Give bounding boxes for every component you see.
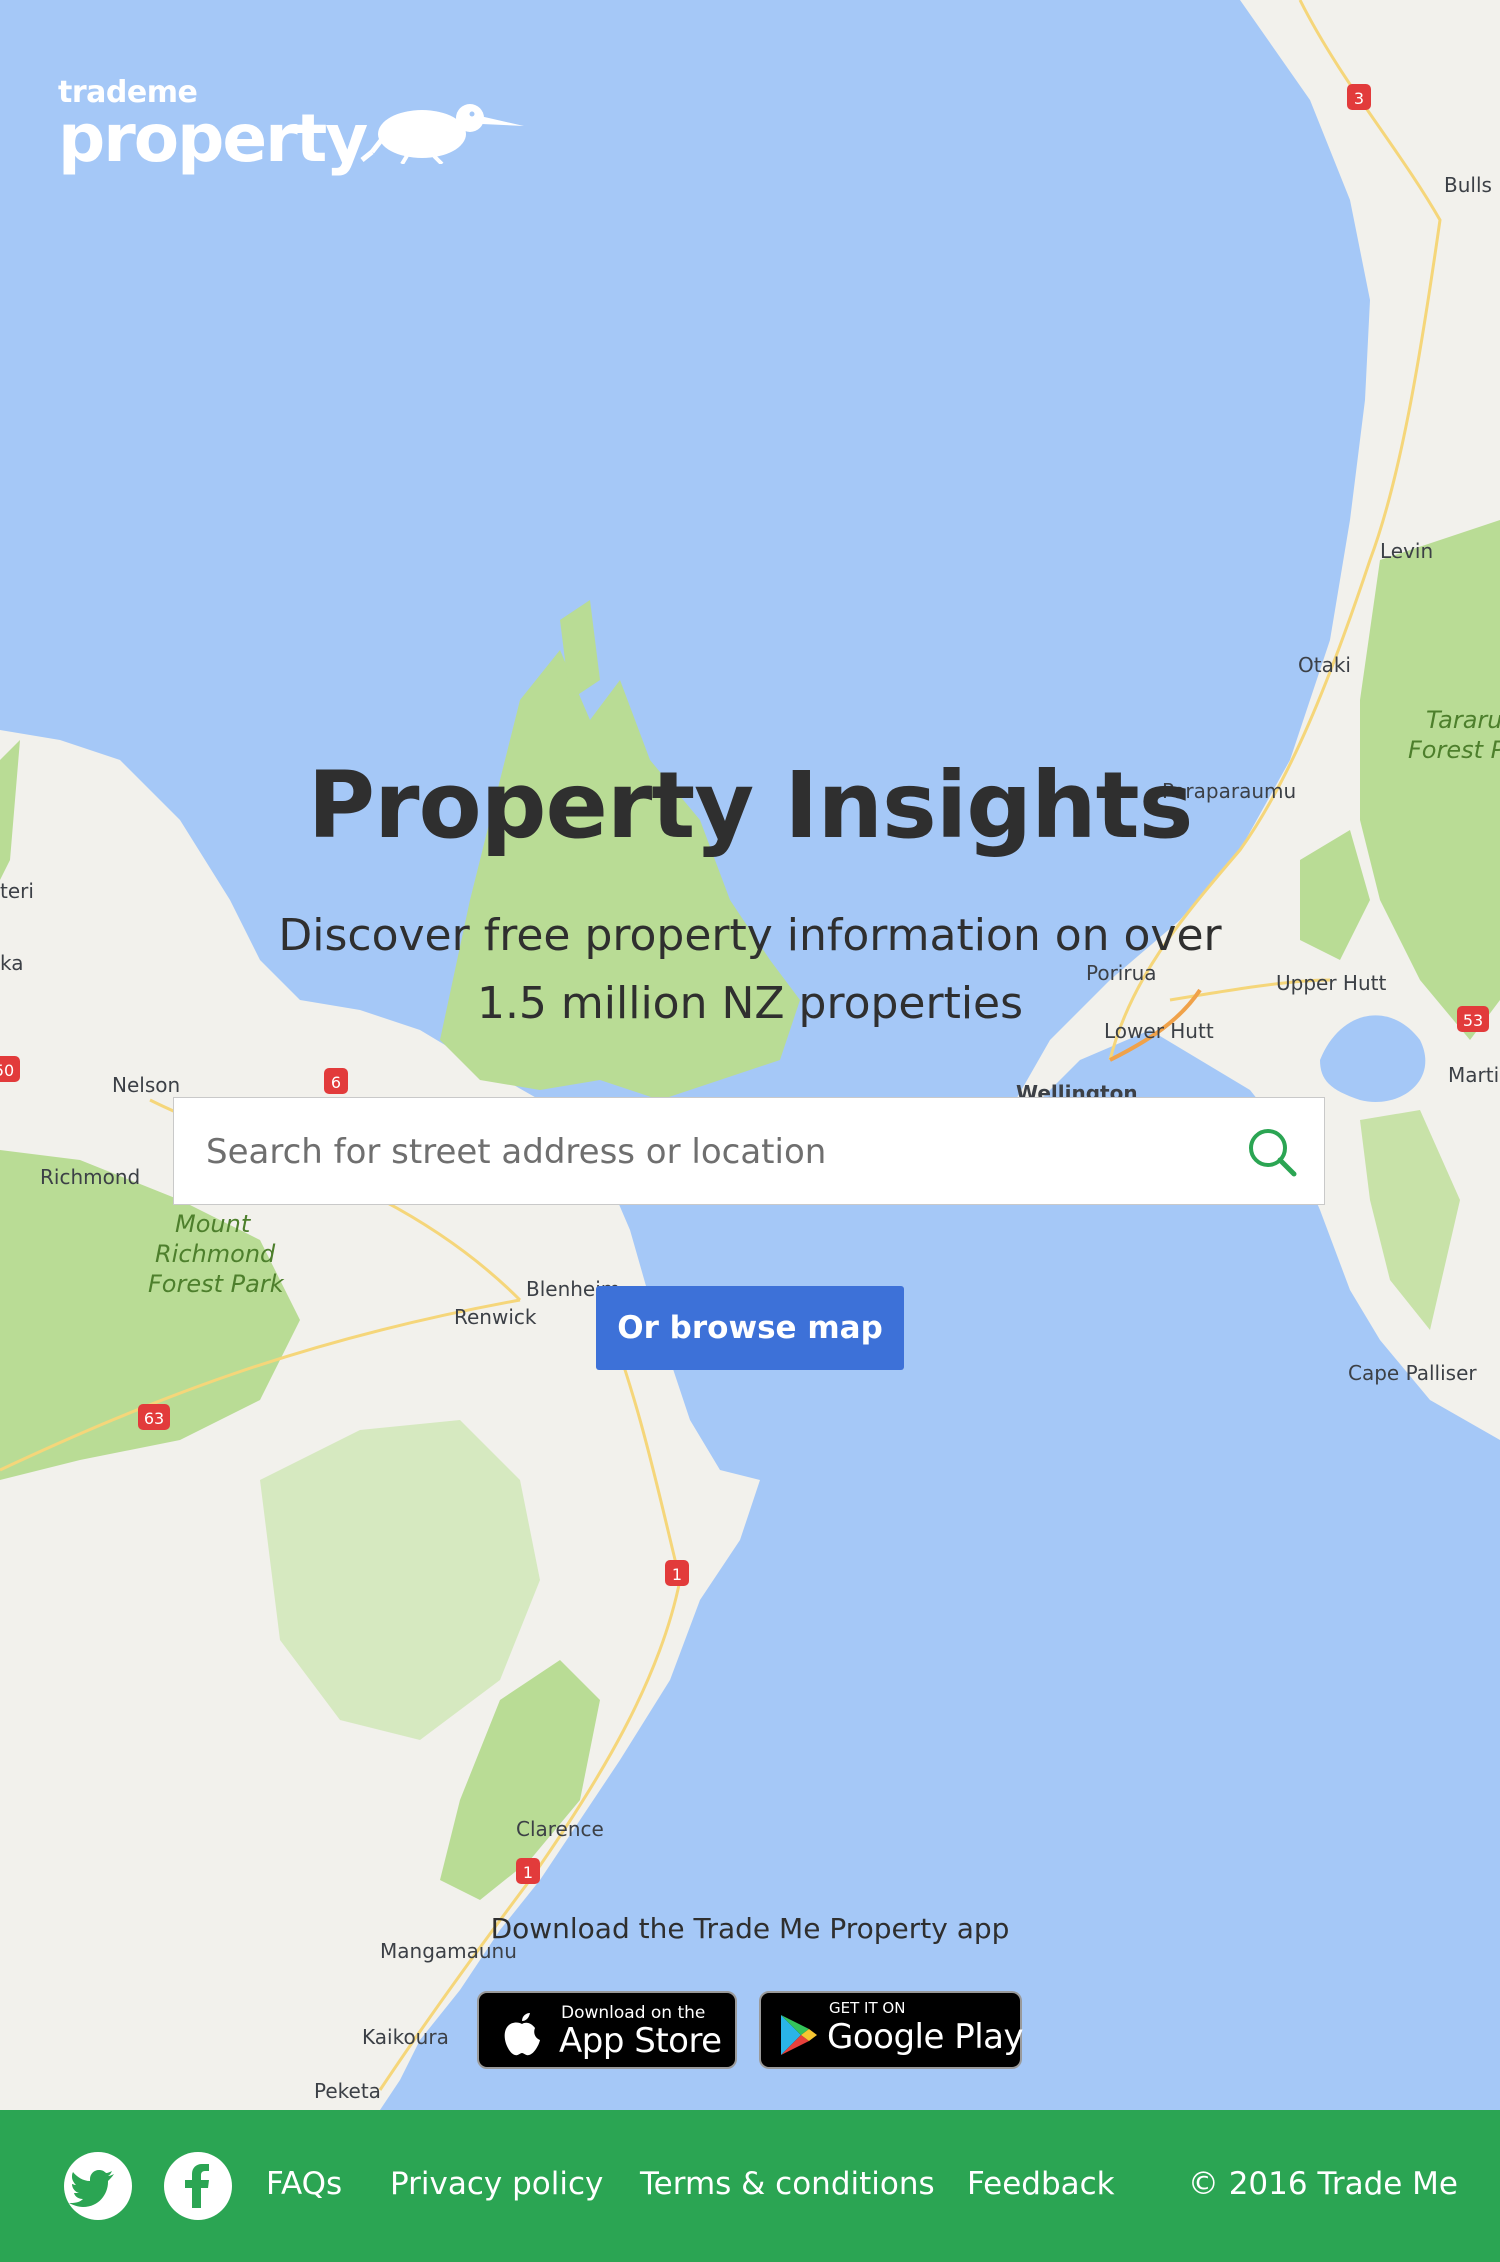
- map-label-levin: Levin: [1380, 539, 1433, 563]
- svg-text:50: 50: [0, 1061, 14, 1080]
- twitter-link[interactable]: [64, 2152, 132, 2220]
- road-shield-6: 6: [324, 1068, 348, 1094]
- road-shield-1a: 1: [665, 1560, 689, 1586]
- app-store-badge[interactable]: Download on the App Store: [477, 1991, 737, 2069]
- map-label-kaikoura: Kaikoura: [362, 2025, 449, 2049]
- map-label-bulls: Bulls: [1444, 173, 1492, 197]
- page-subtitle: Discover free property information on ov…: [278, 910, 1222, 1029]
- facebook-link[interactable]: [164, 2152, 232, 2220]
- svg-text:6: 6: [331, 1073, 341, 1092]
- kiwi-bird-icon: [360, 104, 524, 164]
- map-label-renwick: Renwick: [454, 1305, 537, 1329]
- road-shield-53: 53: [1457, 1006, 1489, 1032]
- google-play-badge[interactable]: GET IT ON Google Play: [759, 1991, 1024, 2069]
- download-app-label: Download the Trade Me Property app: [490, 1912, 1010, 1945]
- svg-text:63: 63: [144, 1409, 164, 1428]
- logo-text-property: property: [58, 100, 368, 177]
- twitter-icon: [69, 2170, 114, 2207]
- page-title: Property Insights: [307, 752, 1194, 859]
- search-box: [173, 1097, 1325, 1205]
- map-label-otaki: Otaki: [1298, 653, 1351, 677]
- trademe-property-logo[interactable]: trademe property: [58, 78, 524, 177]
- map-label-teri: teri: [0, 879, 34, 903]
- footer-link-faqs[interactable]: FAQs: [266, 2166, 342, 2202]
- search-input[interactable]: [204, 1122, 1208, 1182]
- map-label-peketa: Peketa: [314, 2079, 381, 2103]
- footer-link-privacy[interactable]: Privacy policy: [390, 2166, 603, 2202]
- google-play-small-text: GET IT ON: [829, 1999, 906, 2017]
- svg-text:1: 1: [672, 1565, 682, 1584]
- road-shield-3: 3: [1347, 84, 1371, 110]
- road-shield-1b: 1: [516, 1858, 540, 1884]
- search-icon[interactable]: [1246, 1126, 1298, 1178]
- map-label-ka: ka: [0, 951, 24, 975]
- map-label-richmond: Richmond: [40, 1165, 140, 1189]
- map-label-tararua-1: Tararu: [1426, 706, 1500, 734]
- google-play-big-text: Google Play: [827, 2017, 1024, 2057]
- map-label-clarence: Clarence: [516, 1817, 604, 1841]
- footer-link-feedback[interactable]: Feedback: [967, 2166, 1115, 2202]
- svg-text:53: 53: [1463, 1011, 1483, 1030]
- svg-text:3: 3: [1354, 89, 1364, 108]
- map-label-cape-palliser: Cape Palliser: [1348, 1361, 1477, 1385]
- map-label-martin: Martin: [1448, 1063, 1500, 1087]
- apple-icon: [504, 2013, 540, 2056]
- footer-link-terms[interactable]: Terms & conditions: [640, 2166, 935, 2202]
- map-label-upper-hutt: Upper Hutt: [1276, 971, 1386, 995]
- facebook-icon: [185, 2164, 209, 2208]
- map-label-mount-richmond-1: Mount: [175, 1210, 252, 1238]
- app-store-small-text: Download on the: [561, 2003, 706, 2023]
- map-label-nelson: Nelson: [112, 1073, 180, 1097]
- svg-text:1: 1: [523, 1863, 533, 1882]
- copyright-text: © 2016 Trade Me: [1187, 2166, 1458, 2202]
- map-label-mount-richmond-2: Richmond: [155, 1240, 276, 1268]
- road-shield-50: 50: [0, 1056, 20, 1082]
- footer: FAQs Privacy policy Terms & conditions F…: [0, 2110, 1500, 2262]
- app-store-big-text: App Store: [559, 2021, 722, 2061]
- browse-map-button[interactable]: Or browse map: [596, 1286, 904, 1370]
- google-play-icon: [781, 2015, 817, 2055]
- map-label-mount-richmond-3: Forest Park: [148, 1270, 285, 1298]
- road-shield-63: 63: [138, 1404, 170, 1430]
